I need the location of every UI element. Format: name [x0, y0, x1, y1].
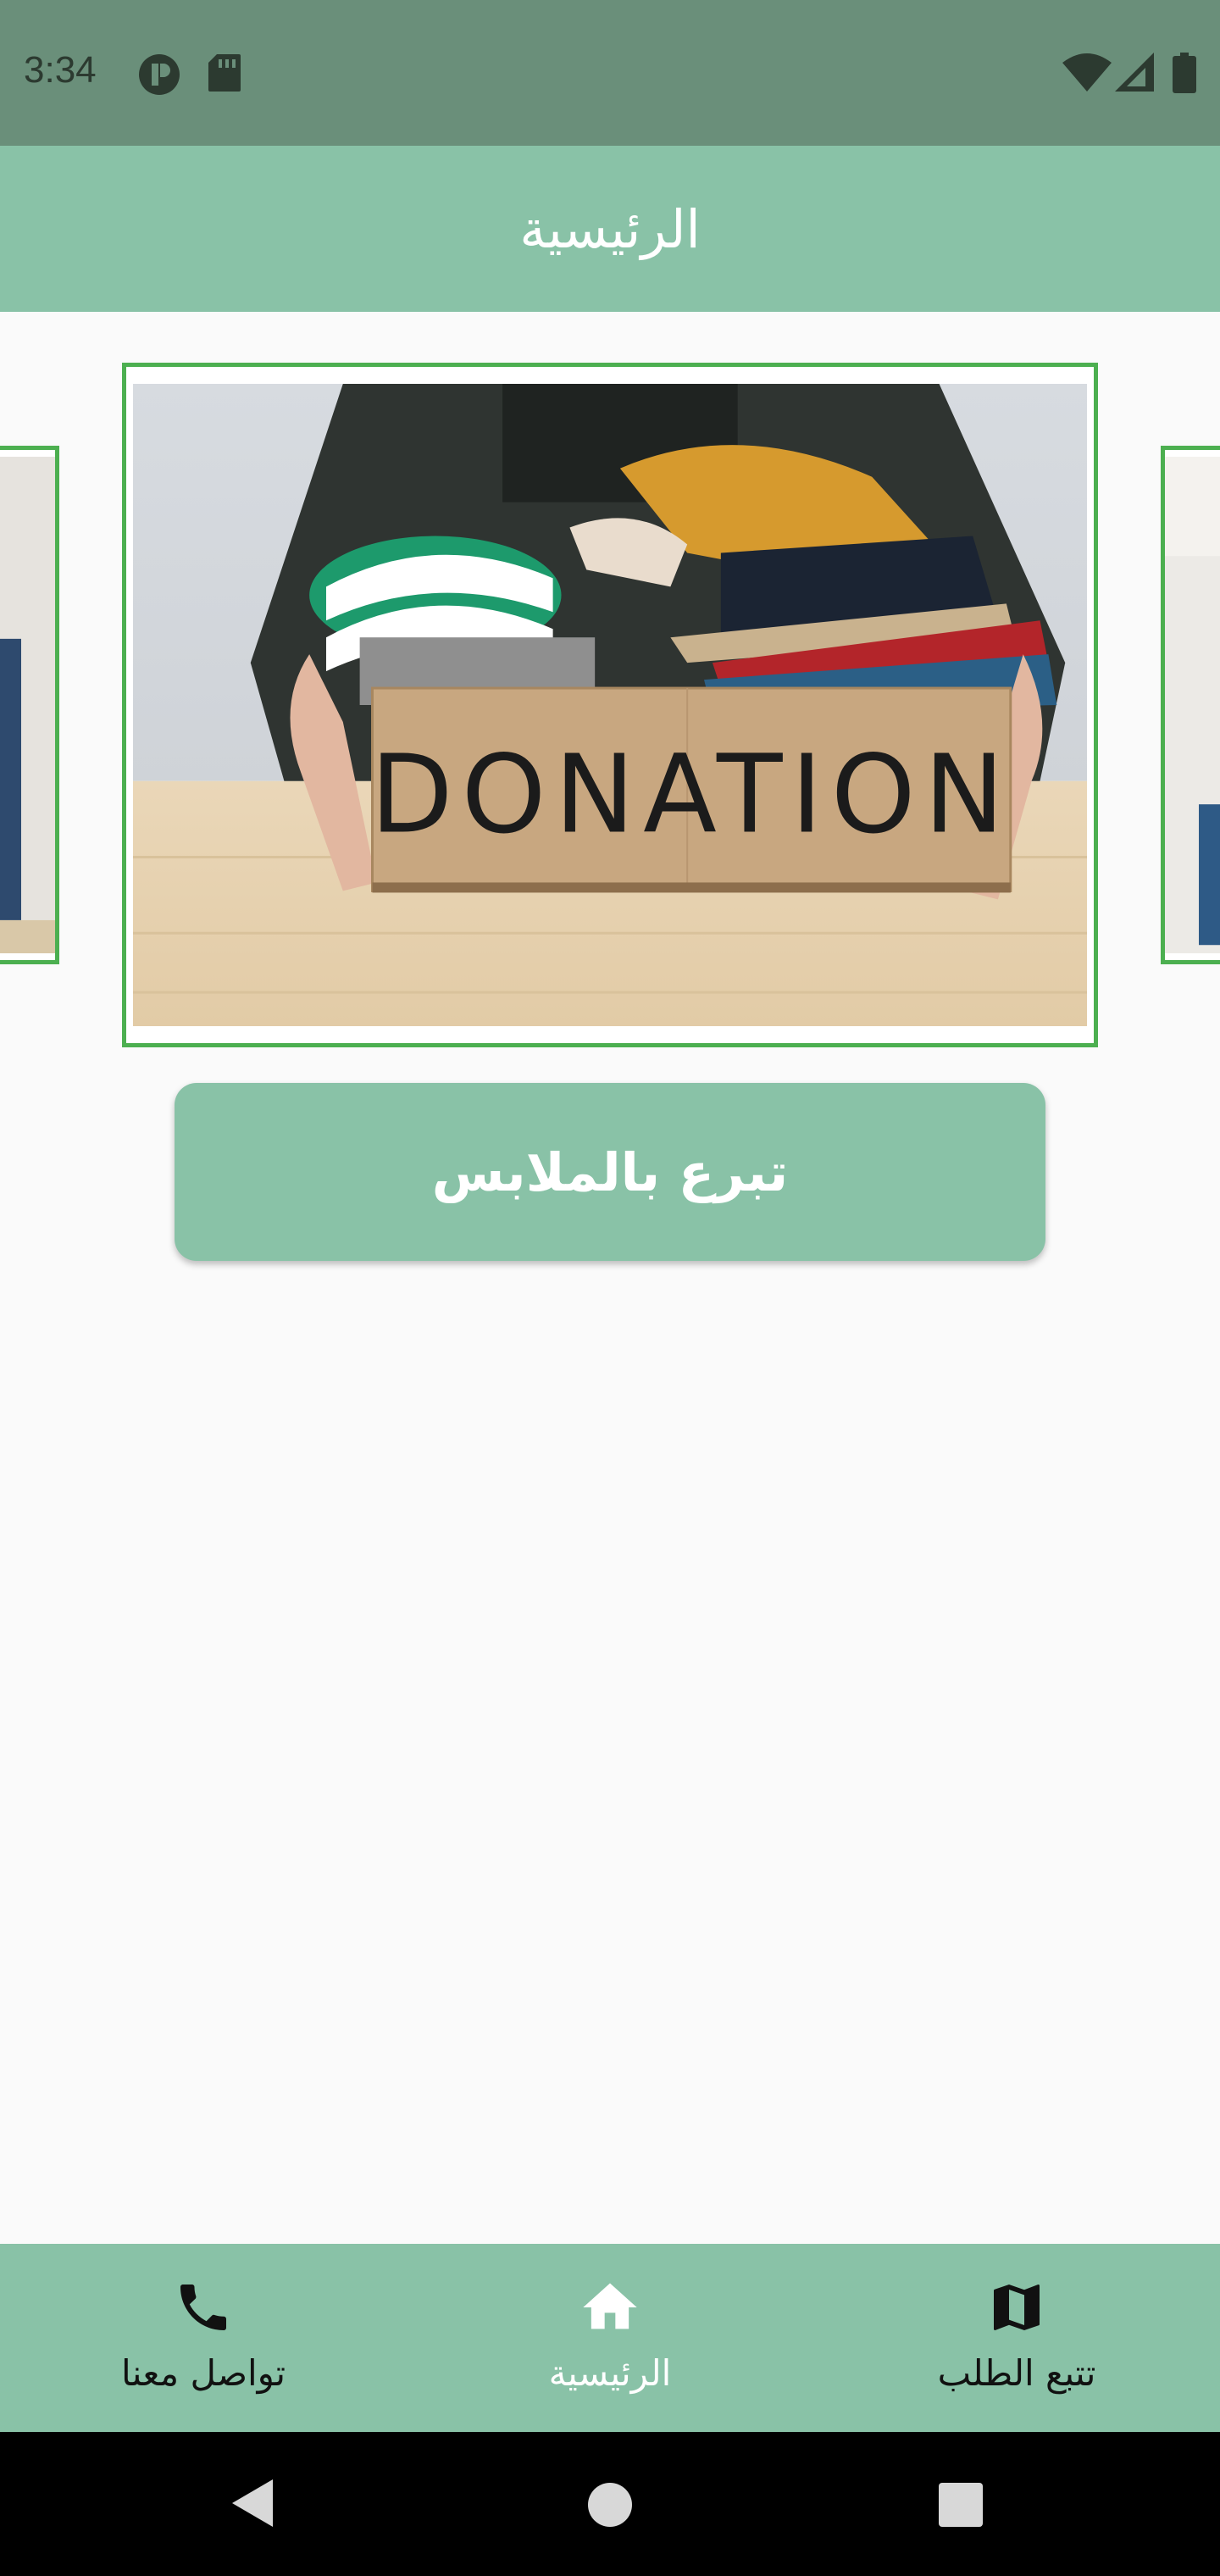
nav-item-contact[interactable]: تواصل معنا: [51, 2244, 356, 2432]
nav-label-track-order: تتبع الطلب: [937, 2352, 1096, 2394]
system-navigation-bar: [0, 2432, 1220, 2576]
donation-box-image: DONATION: [133, 384, 1087, 1026]
carousel-card-next[interactable]: [1161, 446, 1220, 964]
carousel-card-previous[interactable]: [0, 446, 59, 964]
map-icon: [986, 2269, 1047, 2346]
notification-p-icon: [137, 53, 181, 100]
home-icon: [578, 2269, 642, 2346]
status-time: 3:34: [24, 49, 97, 91]
recents-square-icon[interactable]: [937, 2481, 984, 2532]
carousel-card-current[interactable]: DONATION: [122, 363, 1098, 1047]
back-icon[interactable]: [229, 2478, 276, 2532]
wifi-icon: [1062, 53, 1112, 95]
status-bar: 3:34: [0, 0, 1220, 146]
image-carousel[interactable]: DONATION: [0, 312, 1220, 1058]
donate-clothes-button[interactable]: تبرع بالملابس: [175, 1083, 1045, 1261]
app-bar: الرئيسية: [0, 146, 1220, 312]
box-text: DONATION: [370, 732, 1012, 858]
signal-icon: [1115, 53, 1154, 95]
page-title: الرئيسية: [519, 198, 701, 260]
battery-icon: [1173, 53, 1196, 97]
phone-icon: [173, 2269, 234, 2346]
sd-card-icon: [207, 53, 242, 97]
nav-item-track-order[interactable]: تتبع الطلب: [864, 2244, 1169, 2432]
nav-label-contact: تواصل معنا: [120, 2352, 286, 2394]
nav-label-home: الرئيسية: [548, 2352, 672, 2394]
bottom-navigation: تواصل معنا الرئيسية تتبع الطلب: [0, 2244, 1220, 2432]
carousel-image-previous: [0, 457, 55, 953]
home-circle-icon[interactable]: [586, 2481, 634, 2532]
carousel-image-next: [1165, 457, 1220, 953]
nav-item-home[interactable]: الرئيسية: [458, 2244, 762, 2432]
